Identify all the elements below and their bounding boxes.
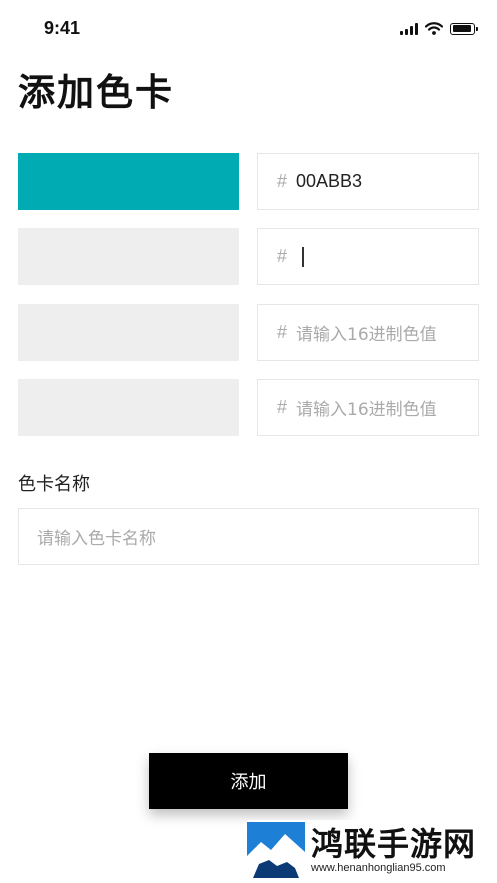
card-name-placeholder: 请输入色卡名称 <box>37 529 156 549</box>
status-time: 9:41 <box>44 18 81 38</box>
color-swatch-2[interactable] <box>18 228 239 285</box>
color-swatch-1[interactable] <box>18 153 239 210</box>
hash-symbol: # <box>277 322 288 342</box>
hex-input-2[interactable]: # <box>257 228 479 285</box>
watermark-logo <box>247 822 305 878</box>
hex-input-4[interactable]: # 请输入16进制色值 <box>257 379 479 436</box>
hash-symbol: # <box>277 246 288 266</box>
card-name-label: 色卡名称 <box>18 474 90 495</box>
hex-input-3[interactable]: # 请输入16进制色值 <box>257 304 479 361</box>
hash-symbol: # <box>277 171 288 191</box>
wifi-icon <box>425 22 443 35</box>
hex-placeholder: 请输入16进制色值 <box>296 400 437 420</box>
watermark: 鸿联手游网 www.henanhonglian95.com <box>247 820 487 880</box>
hash-symbol: # <box>277 397 288 417</box>
signal-icon <box>400 22 418 35</box>
color-swatch-4[interactable] <box>18 379 239 436</box>
watermark-url: www.henanhonglian95.com <box>311 862 446 874</box>
page-title: 添加色卡 <box>18 71 174 114</box>
hex-input-1[interactable]: # 00ABB3 <box>257 153 479 210</box>
hex-value: 00ABB3 <box>296 171 363 191</box>
status-icons <box>400 22 478 35</box>
card-name-input[interactable]: 请输入色卡名称 <box>18 508 479 565</box>
watermark-text: 鸿联手游网 www.henanhonglian95.com <box>311 826 476 874</box>
hex-placeholder: 请输入16进制色值 <box>296 325 437 345</box>
watermark-title: 鸿联手游网 <box>311 825 477 863</box>
text-cursor <box>302 246 304 267</box>
add-button[interactable]: 添加 <box>149 753 348 809</box>
color-swatch-3[interactable] <box>18 304 239 361</box>
status-bar: 9:41 <box>0 0 497 58</box>
battery-icon <box>450 22 478 35</box>
